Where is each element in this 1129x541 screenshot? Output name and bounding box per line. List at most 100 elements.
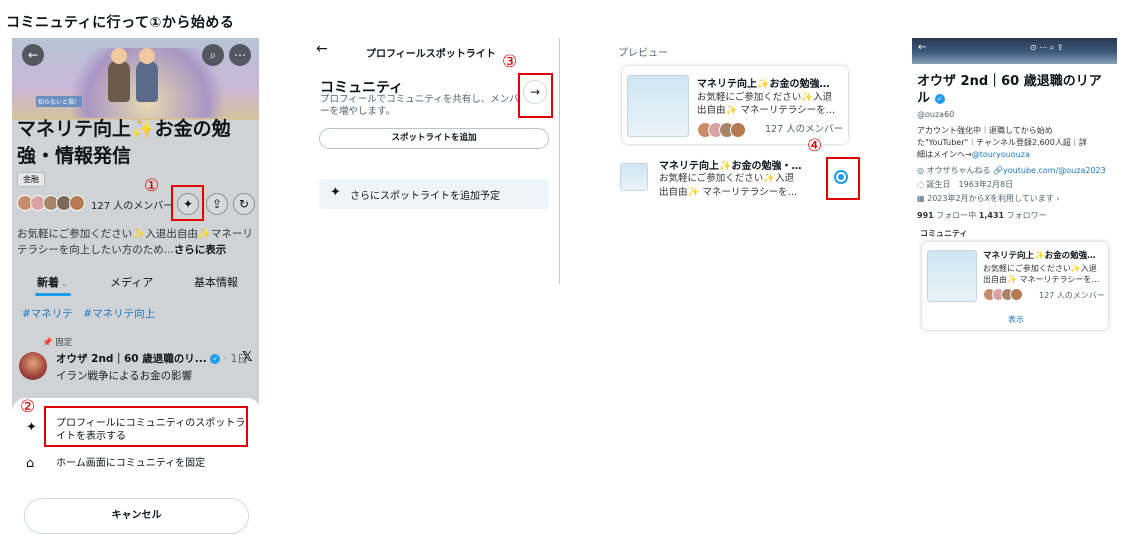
pinned-text: 固定 xyxy=(55,338,73,348)
location-text: オウザちゃんねる xyxy=(926,166,991,175)
community-section-label: コミュニティ xyxy=(920,229,968,238)
tab-label: 新着 xyxy=(37,276,59,289)
x-logo-icon: 𝕏 xyxy=(242,350,253,365)
active-tab-indicator xyxy=(35,293,71,296)
post-header: オウザ 2nd｜60 歳退職のリ... ✓ · 1日 xyxy=(56,351,248,366)
member-avatars xyxy=(983,288,1033,304)
card-desc-line: 出自由✨ マネーリテラシーを… xyxy=(697,105,836,116)
divider xyxy=(559,38,560,284)
highlight-box xyxy=(518,73,553,118)
option-desc-line: 出自由✨ マネーリテラシーを… xyxy=(659,187,798,198)
community-description: お気軽にご参加ください✨入退出自由✨マネーリテラシーを向上したい方のため...さ… xyxy=(17,226,257,258)
option-desc-line: お気軽にご参加ください✨入退 xyxy=(659,173,795,184)
community-spotlight-card[interactable]: マネリテ向上✨お金の勉強… お気軽にご参加ください✨入退 出自由✨ マネーリテラ… xyxy=(922,242,1108,330)
following-label: フォロー中 xyxy=(936,211,977,220)
profile-screen: ← ⊙ ⋯ ⌕ ⇪ オウザ 2nd｜60 歳退職のリアル ✓ @ouza60 ア… xyxy=(912,38,1117,338)
birthday-icon: ◌ xyxy=(917,180,924,189)
step-marker: ③ xyxy=(502,52,518,72)
share-icon[interactable]: ⇪ xyxy=(206,193,228,215)
followers-count[interactable]: 1,431 xyxy=(979,211,1004,220)
community-banner: 知らないと損！ ← ⌕ ⋯ xyxy=(12,38,259,120)
banner-figure xyxy=(136,48,158,102)
cancel-button[interactable]: キャンセル xyxy=(24,498,249,534)
home-icon: ⌂ xyxy=(26,456,35,471)
following-count[interactable]: 991 xyxy=(917,211,934,220)
step-marker: ④ xyxy=(807,136,823,156)
card-title: マネリテ向上✨お金の勉強… xyxy=(697,79,830,90)
profile-bio-line: 細はメインへ→@touryououza xyxy=(917,149,1030,161)
spark-icon: ✦ xyxy=(330,185,341,200)
follow-stats: 991 フォロー中 1,431 フォロワー xyxy=(917,210,1047,222)
option-title[interactable]: マネリテ向上✨お金の勉強・… xyxy=(659,157,801,172)
profile-handle: @ouza60 xyxy=(917,110,955,119)
profile-joined: ▦ 2023年2月からXを利用しています › xyxy=(917,194,1060,203)
show-link[interactable]: 表示 xyxy=(1008,314,1024,326)
card-desc-line: 出自由✨ マネーリテラシーを… xyxy=(983,275,1100,284)
preview-card: マネリテ向上✨お金の勉強… お気軽にご参加ください✨入退 出自由✨ マネーリテラ… xyxy=(622,66,848,144)
tab-new[interactable]: 新着 ⌄ xyxy=(37,274,67,290)
refresh-icon[interactable]: ↻ xyxy=(233,193,255,215)
profile-name: オウザ 2nd｜60 歳退職のリアル ✓ xyxy=(917,73,1107,107)
followers-label: フォロワー xyxy=(1006,211,1047,220)
highlight-box xyxy=(44,406,248,447)
website-link[interactable]: youtube.com/@ouza2023 xyxy=(1003,166,1106,175)
back-arrow-icon[interactable]: ← xyxy=(22,44,44,66)
avatar xyxy=(1010,288,1023,301)
pinned-label: 📌 固定 xyxy=(42,336,72,348)
post-avatar[interactable] xyxy=(19,352,47,380)
highlight-box xyxy=(826,157,860,200)
avatar xyxy=(730,122,746,138)
bio-mention-link[interactable]: @touryououza xyxy=(972,150,1030,159)
back-arrow-icon[interactable]: ← xyxy=(918,42,926,53)
category-tag: 金融 xyxy=(17,172,45,187)
page-heading: コミニュティに行って①から始める xyxy=(6,15,235,31)
calendar-icon: ▦ xyxy=(917,194,925,203)
card-member-count: 127 人のメンバー xyxy=(765,124,844,135)
card-desc-line: お気軽にご参加ください✨入退 xyxy=(697,92,833,103)
card-title: マネリテ向上✨お金の勉強… xyxy=(983,251,1096,261)
back-arrow-icon[interactable]: ← xyxy=(316,41,328,57)
add-spotlight-button[interactable]: スポットライトを追加 xyxy=(319,128,549,149)
pin-to-home-menu-item[interactable]: ホーム画面にコミュニティを固定 xyxy=(56,457,205,470)
member-avatars xyxy=(17,195,87,211)
step-marker: ② xyxy=(20,397,36,417)
profile-bio-line: た"YouTuber"｜チャンネル登録2,600人超｜詳 xyxy=(917,138,1087,147)
community-thumbnail xyxy=(627,75,689,137)
birthday-date: 1963年2月8日 xyxy=(958,180,1014,189)
more-spotlight-text: さらにスポットライトを追加予定 xyxy=(350,191,500,202)
banner-figure xyxy=(108,48,130,102)
card-member-count: 127 人のメンバー xyxy=(1039,291,1105,300)
tab-media[interactable]: メディア xyxy=(110,274,153,290)
birthday-label: 誕生日 xyxy=(926,180,951,189)
verified-icon: ✓ xyxy=(210,354,221,364)
post-author[interactable]: オウザ 2nd｜60 歳退職のリ... xyxy=(56,353,207,365)
joined-text: 2023年2月からXを利用しています xyxy=(927,194,1054,203)
community-thumbnail xyxy=(927,250,977,302)
search-icon[interactable]: ⌕ xyxy=(202,44,224,66)
show-more-link[interactable]: さらに表示 xyxy=(174,244,227,256)
highlight-box xyxy=(171,185,204,221)
banner-text: 知らないと損！ xyxy=(36,96,83,107)
step-marker: ① xyxy=(144,176,160,196)
verified-icon: ✓ xyxy=(934,93,945,104)
spark-icon: ✦ xyxy=(26,420,37,435)
profile-name-text: オウザ 2nd｜60 歳退職のリアル xyxy=(917,74,1102,106)
community-thumbnail xyxy=(620,163,648,191)
page-title: プロフィールスポットライト xyxy=(366,49,496,60)
pin-icon: 📌 xyxy=(42,338,53,348)
profile-meta-row: ◎ オウザちゃんねる 🔗youtube.com/@ouza2023 xyxy=(917,165,1106,177)
member-count: 127 人のメンバー xyxy=(91,201,174,212)
member-avatars xyxy=(697,122,757,138)
profile-banner: ← ⊙ ⋯ ⌕ ⇪ xyxy=(912,38,1117,64)
community-name: マネリテ向上✨お金の勉強・情報発信 xyxy=(17,118,231,167)
community-subtitle: プロフィールでコミュニティを共有し、メンバーを増やします。 xyxy=(320,94,519,117)
hashtags[interactable]: #マネリテ #マネリテ向上 xyxy=(22,306,155,321)
more-icon[interactable]: ⋯ xyxy=(229,44,251,66)
banner-toolbar-icons: ⊙ ⋯ ⌕ ⇪ xyxy=(1030,43,1064,52)
link-icon: 🔗 xyxy=(993,166,1004,175)
bio-text: 細はメインへ→ xyxy=(917,150,972,159)
tab-info[interactable]: 基本情報 xyxy=(194,274,238,290)
preview-label: プレビュー xyxy=(618,48,668,59)
profile-birthday: ◌ 誕生日 1963年2月8日 xyxy=(917,179,1013,191)
more-spotlight-card: ✦ さらにスポットライトを追加予定 xyxy=(319,179,549,209)
